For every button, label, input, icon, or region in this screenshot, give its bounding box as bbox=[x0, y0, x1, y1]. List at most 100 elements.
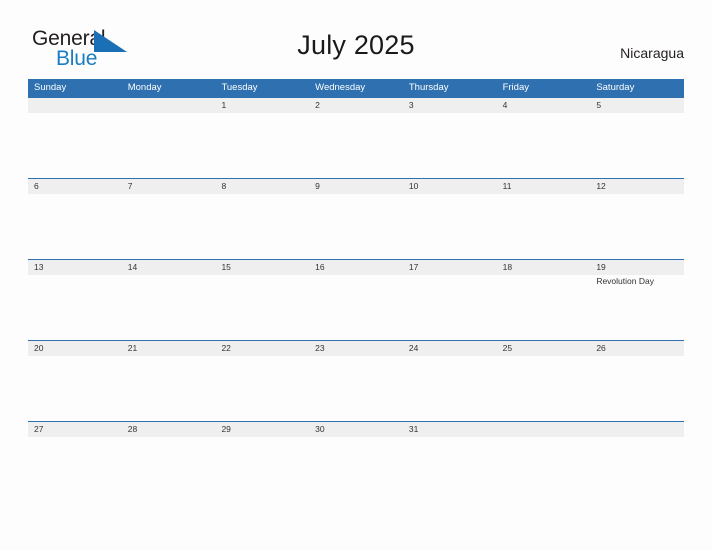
event-cell[interactable] bbox=[309, 356, 403, 422]
event-cell[interactable] bbox=[28, 194, 122, 260]
day-cell[interactable] bbox=[122, 98, 216, 113]
day-cell[interactable]: 5 bbox=[590, 98, 684, 113]
day-cell[interactable]: 23 bbox=[309, 341, 403, 356]
day-number: 2 bbox=[315, 100, 320, 110]
day-cell[interactable]: 3 bbox=[403, 98, 497, 113]
week-events-band: Revolution Day bbox=[28, 275, 684, 341]
day-cell[interactable]: 24 bbox=[403, 341, 497, 356]
weekday-header-monday: Monday bbox=[127, 82, 162, 93]
day-cell[interactable]: 7 bbox=[122, 179, 216, 194]
event-cell[interactable] bbox=[403, 194, 497, 260]
day-cell[interactable]: 10 bbox=[403, 179, 497, 194]
day-number: 21 bbox=[127, 343, 138, 353]
event-cell[interactable] bbox=[122, 437, 216, 503]
day-number: 27 bbox=[34, 424, 44, 434]
event-cell[interactable] bbox=[28, 437, 122, 503]
week-events-band bbox=[28, 356, 684, 422]
day-number: 30 bbox=[315, 424, 325, 434]
weekday-header-thursday: Thursday bbox=[408, 82, 449, 93]
day-cell[interactable]: 9 bbox=[309, 179, 403, 194]
day-cell[interactable]: 17 bbox=[403, 260, 497, 275]
event-cell[interactable] bbox=[497, 356, 591, 422]
day-cell[interactable]: 6 bbox=[28, 179, 122, 194]
week-events-band bbox=[28, 113, 684, 179]
event-cell[interactable]: Revolution Day bbox=[590, 275, 684, 341]
day-cell[interactable]: 12 bbox=[590, 179, 684, 194]
day-number: 8 bbox=[221, 181, 227, 191]
day-cell[interactable]: 30 bbox=[309, 422, 403, 437]
event-cell[interactable] bbox=[28, 113, 122, 179]
event-cell[interactable] bbox=[28, 356, 122, 422]
event-cell[interactable] bbox=[122, 356, 216, 422]
day-number: 31 bbox=[408, 424, 419, 434]
event-cell[interactable] bbox=[403, 275, 497, 341]
event-cell[interactable] bbox=[590, 194, 684, 260]
day-cell[interactable]: 16 bbox=[309, 260, 403, 275]
day-cell[interactable]: 21 bbox=[122, 341, 216, 356]
day-number: 15 bbox=[221, 262, 231, 272]
day-number: 17 bbox=[408, 262, 419, 272]
day-cell[interactable]: 4 bbox=[497, 98, 591, 113]
day-cell[interactable]: 20 bbox=[28, 341, 122, 356]
event-cell[interactable] bbox=[497, 113, 591, 179]
day-number: 9 bbox=[315, 181, 320, 191]
event-cell[interactable] bbox=[497, 275, 591, 341]
event-cell[interactable] bbox=[309, 437, 403, 503]
event-cell[interactable] bbox=[403, 356, 497, 422]
day-number: 7 bbox=[127, 181, 133, 191]
event-cell[interactable] bbox=[309, 194, 403, 260]
day-cell[interactable]: 1 bbox=[215, 98, 309, 113]
day-cell[interactable]: 11 bbox=[497, 179, 591, 194]
event-cell[interactable] bbox=[590, 356, 684, 422]
week-date-band: 20 21 22 23 24 25 26 bbox=[28, 340, 684, 356]
day-number: 11 bbox=[502, 181, 512, 191]
event-cell[interactable] bbox=[215, 437, 309, 503]
day-number: 25 bbox=[502, 343, 513, 353]
week-row: 1 2 3 4 5 bbox=[28, 97, 684, 178]
day-cell[interactable]: 28 bbox=[122, 422, 216, 437]
day-cell[interactable]: 19 bbox=[590, 260, 684, 275]
day-cell[interactable]: 8 bbox=[215, 179, 309, 194]
week-row: 27 28 29 30 31 bbox=[28, 421, 684, 502]
event-cell[interactable] bbox=[215, 356, 309, 422]
event-cell[interactable] bbox=[497, 437, 591, 503]
day-number: 24 bbox=[408, 343, 419, 353]
day-cell[interactable]: 27 bbox=[28, 422, 122, 437]
day-cell[interactable]: 26 bbox=[590, 341, 684, 356]
weekday-header-row: Sunday Monday Tuesday Wednesday Thursday… bbox=[28, 79, 684, 97]
event-cell[interactable] bbox=[215, 113, 309, 179]
week-date-band: 27 28 29 30 31 bbox=[28, 421, 684, 437]
day-cell[interactable]: 25 bbox=[497, 341, 591, 356]
day-number: 22 bbox=[221, 343, 231, 353]
event-cell[interactable] bbox=[122, 194, 216, 260]
event-cell[interactable] bbox=[590, 437, 684, 503]
day-cell[interactable] bbox=[28, 98, 122, 113]
event-cell[interactable] bbox=[497, 194, 591, 260]
week-events-band bbox=[28, 437, 684, 503]
event-cell[interactable] bbox=[309, 275, 403, 341]
day-cell[interactable]: 22 bbox=[215, 341, 309, 356]
event-cell[interactable] bbox=[28, 275, 122, 341]
event-cell[interactable] bbox=[309, 113, 403, 179]
page-title: July 2025 bbox=[297, 30, 415, 60]
day-cell[interactable]: 18 bbox=[497, 260, 591, 275]
day-cell[interactable]: 13 bbox=[28, 260, 122, 275]
day-cell[interactable]: 14 bbox=[122, 260, 216, 275]
event-cell[interactable] bbox=[403, 437, 497, 503]
event-cell[interactable] bbox=[590, 113, 684, 179]
event-cell[interactable] bbox=[122, 275, 216, 341]
event-cell[interactable] bbox=[403, 113, 497, 179]
day-cell[interactable]: 29 bbox=[215, 422, 309, 437]
weekday-header-sunday: Sunday bbox=[34, 82, 67, 93]
day-cell[interactable]: 31 bbox=[403, 422, 497, 437]
event-cell[interactable] bbox=[122, 113, 216, 179]
day-number: 16 bbox=[315, 262, 325, 272]
weekday-header-friday: Friday bbox=[502, 82, 529, 93]
day-cell[interactable] bbox=[497, 422, 591, 437]
event-cell[interactable] bbox=[215, 275, 309, 341]
day-number: 19 bbox=[596, 262, 606, 272]
event-cell[interactable] bbox=[215, 194, 309, 260]
day-cell[interactable]: 15 bbox=[215, 260, 309, 275]
day-cell[interactable] bbox=[590, 422, 684, 437]
day-cell[interactable]: 2 bbox=[309, 98, 403, 113]
